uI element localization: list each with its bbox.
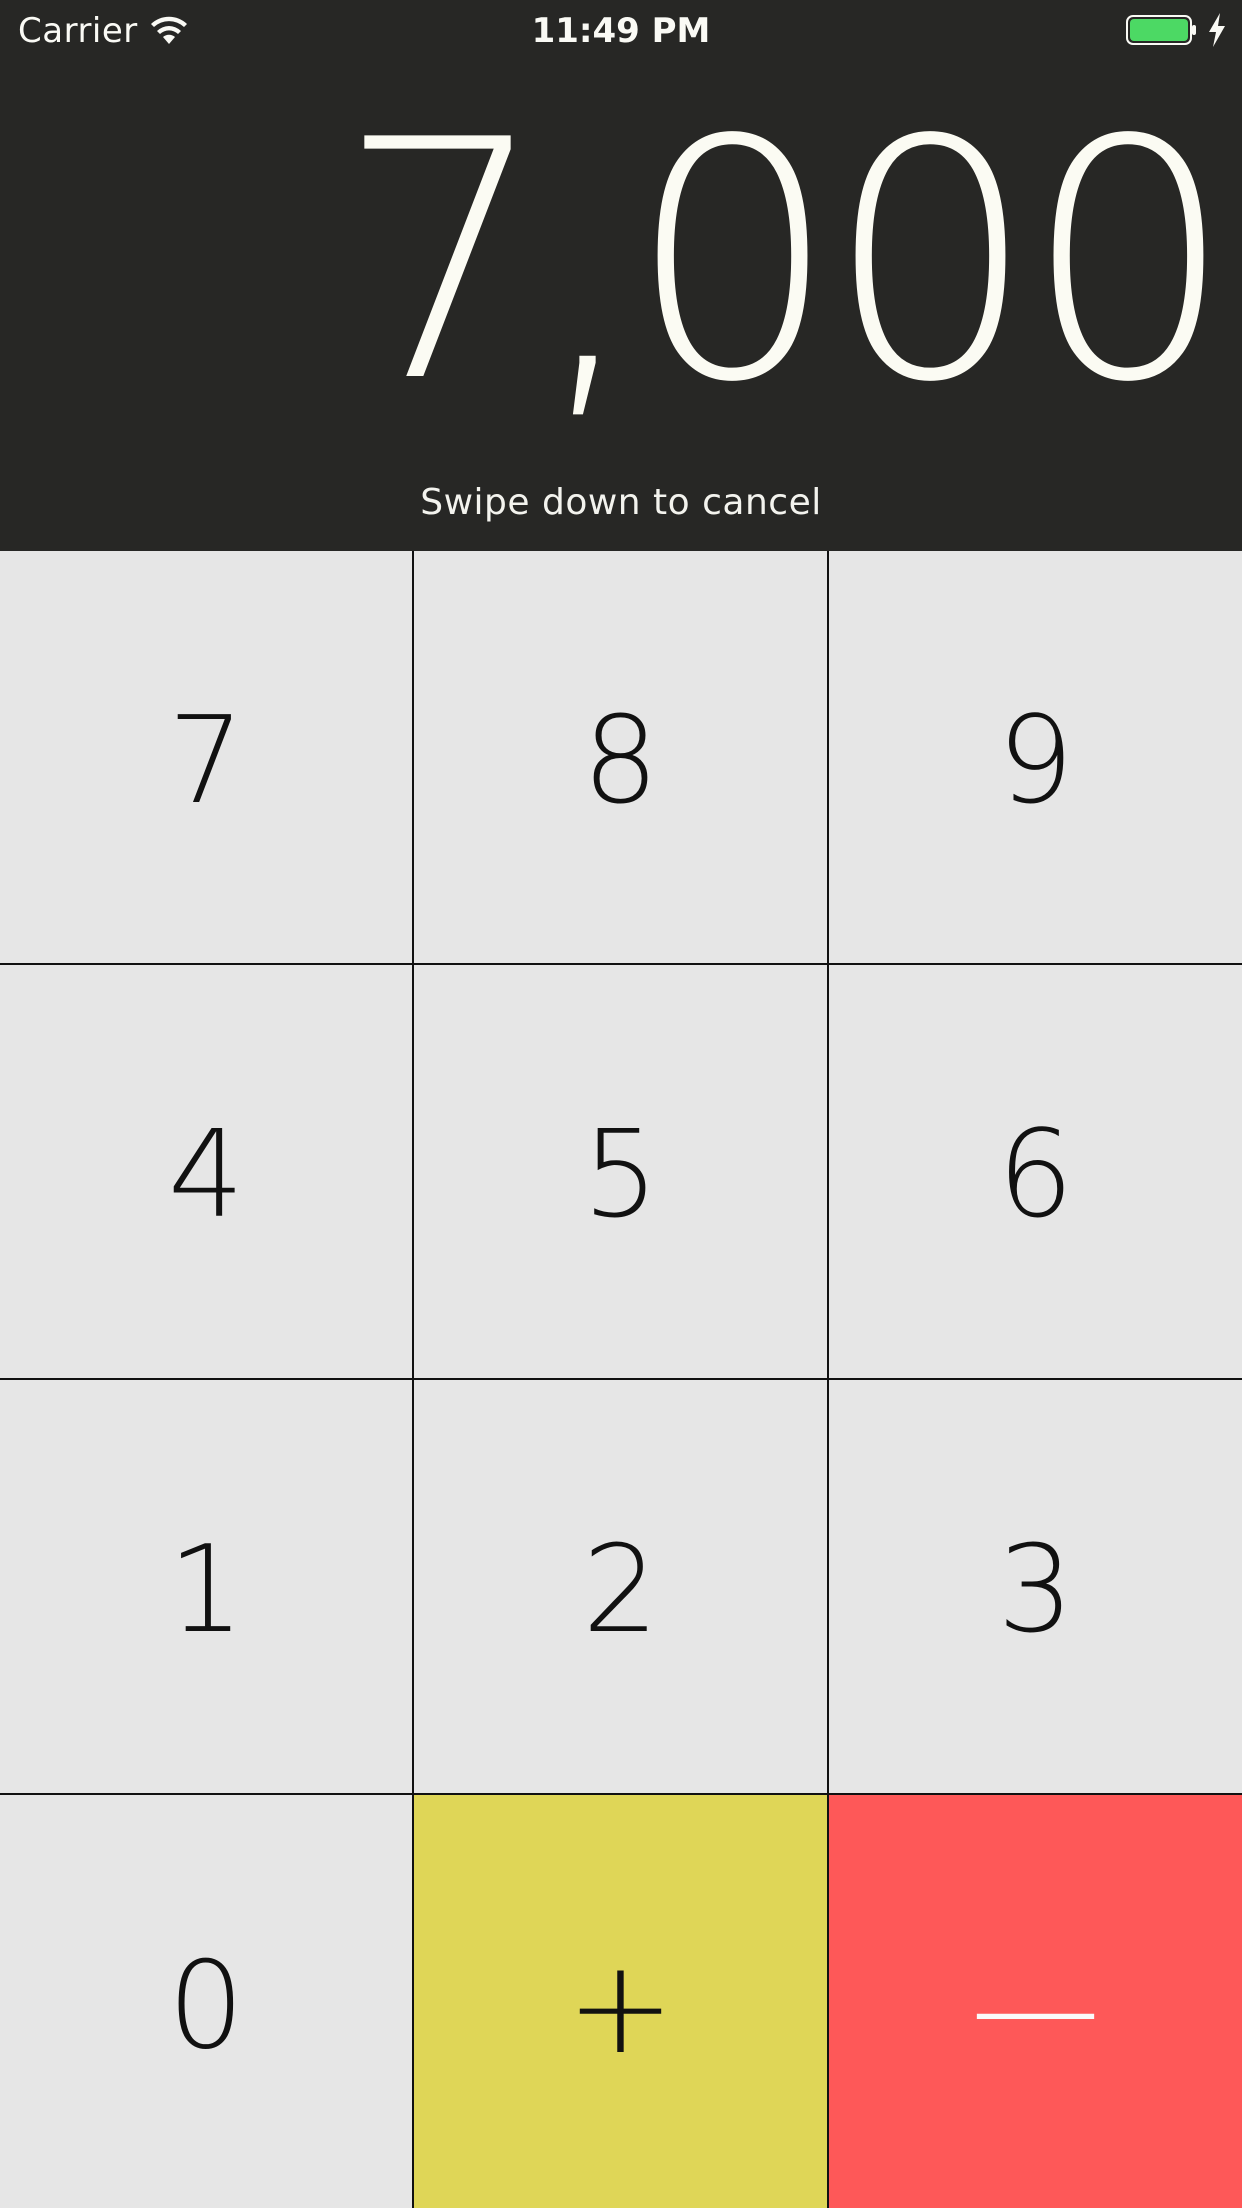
keypad: 7 8 9 4 5 6 1 2 3 0 + — <box>0 551 1242 2208</box>
key-8[interactable]: 8 <box>414 551 827 963</box>
status-bar: Carrier 11:49 PM <box>0 0 1242 62</box>
key-4[interactable]: 4 <box>0 965 412 1378</box>
status-time: 11:49 PM <box>531 11 711 51</box>
key-0[interactable]: 0 <box>0 1795 412 2208</box>
key-2[interactable]: 2 <box>414 1380 827 1793</box>
key-7[interactable]: 7 <box>0 551 412 963</box>
key-1[interactable]: 1 <box>0 1380 412 1793</box>
key-3[interactable]: 3 <box>829 1380 1242 1793</box>
key-6[interactable]: 6 <box>829 965 1242 1378</box>
plus-button[interactable]: + <box>414 1795 827 2208</box>
calculator-screen: Carrier 11:49 PM 7,000 Swipe down to can… <box>0 0 1242 2208</box>
lightning-bolt-icon <box>1209 13 1225 47</box>
key-5[interactable]: 5 <box>414 965 827 1378</box>
battery-charging-icon <box>1126 15 1196 45</box>
minus-button[interactable]: — <box>829 1795 1242 2208</box>
swipe-hint: Swipe down to cancel <box>420 482 822 523</box>
display-value: 7,000 <box>337 70 1234 454</box>
key-9[interactable]: 9 <box>829 551 1242 963</box>
